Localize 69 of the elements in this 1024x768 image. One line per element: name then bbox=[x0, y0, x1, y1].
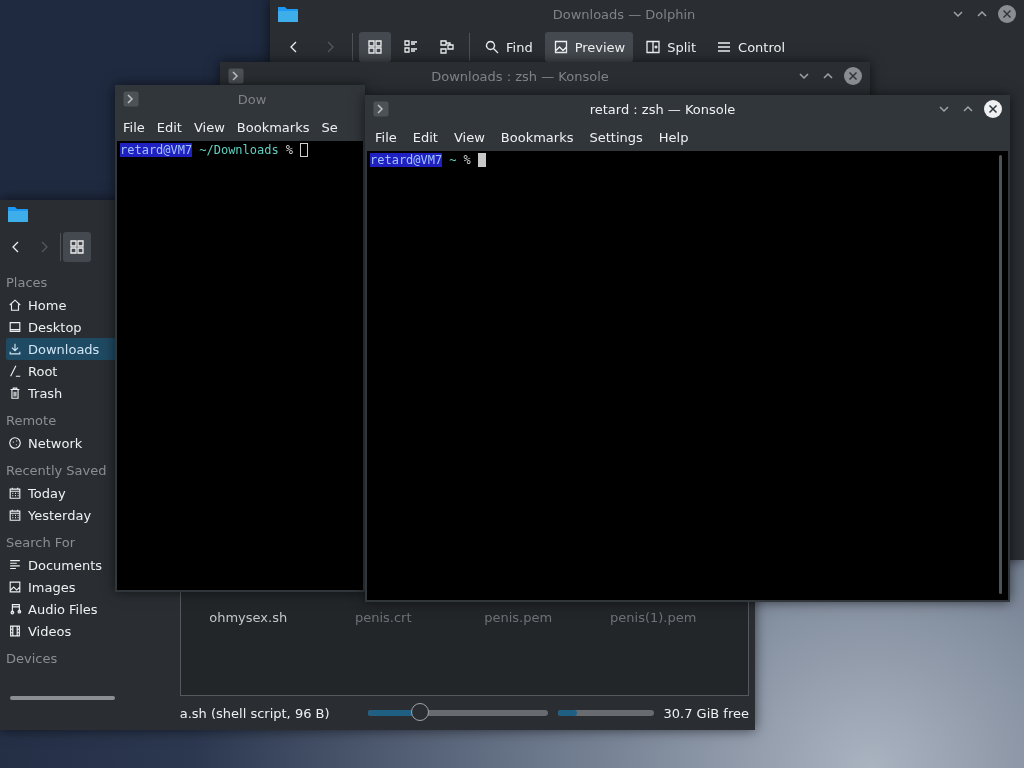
menu-item[interactable]: Edit bbox=[150, 119, 188, 135]
menu-item[interactable]: File bbox=[367, 129, 405, 145]
menu-item[interactable]: Settings bbox=[581, 129, 651, 145]
sidebar-item[interactable]: Trash bbox=[6, 382, 118, 404]
section-heading: Remote bbox=[6, 412, 58, 430]
picture-icon bbox=[8, 580, 22, 594]
close-icon[interactable] bbox=[844, 67, 862, 85]
toolbar-button[interactable]: Split bbox=[637, 32, 705, 62]
menu-item[interactable]: Se bbox=[315, 119, 344, 135]
menu-item[interactable]: Edit bbox=[404, 129, 446, 145]
terminal-icon bbox=[123, 91, 139, 107]
calendar-icon bbox=[8, 508, 22, 522]
trash-icon bbox=[8, 386, 22, 400]
prompt-path: ~/Downloads bbox=[199, 143, 279, 157]
prompt-path: ~ bbox=[449, 153, 457, 167]
sidebar-item[interactable]: Yesterday bbox=[6, 504, 118, 526]
menu-item[interactable]: Help bbox=[650, 129, 697, 145]
house-icon bbox=[8, 298, 22, 312]
menu-item[interactable]: File bbox=[117, 119, 151, 135]
music-note-icon bbox=[8, 602, 22, 616]
slash-icon bbox=[8, 364, 22, 378]
sidebar-item[interactable]: Videos bbox=[6, 620, 118, 642]
scrollbar[interactable] bbox=[10, 696, 115, 700]
free-space-text: 30.7 GiB free bbox=[663, 705, 749, 721]
lines-icon bbox=[8, 558, 22, 572]
folder-icon bbox=[278, 6, 298, 22]
section-heading: Devices bbox=[6, 650, 59, 668]
sidebar-item[interactable]: Documents bbox=[6, 554, 118, 576]
grid-icon-button[interactable] bbox=[359, 32, 391, 62]
network-icon bbox=[8, 436, 22, 450]
prompt-symbol: % bbox=[285, 143, 293, 157]
menu-item[interactable]: Bookmarks bbox=[230, 119, 316, 135]
grid-icon-button[interactable] bbox=[63, 232, 91, 262]
section-heading: Recently Saved bbox=[6, 462, 108, 480]
scrollbar[interactable] bbox=[999, 155, 1002, 594]
sidebar-item[interactable]: Images bbox=[6, 576, 118, 598]
sidebar-item[interactable]: Desktop bbox=[6, 316, 118, 338]
folder-icon bbox=[8, 206, 28, 222]
prompt-user: retard@VM7 bbox=[120, 143, 193, 157]
window-title: Dow bbox=[236, 91, 268, 107]
sidebar-item[interactable]: Today bbox=[6, 482, 118, 504]
calendar-icon bbox=[8, 486, 22, 500]
menu-item[interactable]: View bbox=[445, 129, 493, 145]
sidebar-item[interactable]: Downloads bbox=[6, 338, 118, 360]
terminal-icon bbox=[228, 68, 244, 84]
terminal-icon bbox=[373, 101, 389, 117]
window-title: Downloads — Dolphin bbox=[551, 6, 697, 22]
section-heading: Search For bbox=[6, 534, 77, 552]
sidebar-item[interactable]: Home bbox=[6, 294, 118, 316]
window-title: retard : zsh — Konsole bbox=[588, 101, 737, 117]
close-icon[interactable] bbox=[984, 100, 1002, 118]
film-icon bbox=[8, 624, 22, 638]
prompt-user: retard@VM7 bbox=[370, 153, 443, 167]
download-icon bbox=[8, 342, 22, 356]
prompt-symbol: % bbox=[463, 153, 471, 167]
sidebar-item[interactable]: Root bbox=[6, 360, 118, 382]
menu-item[interactable]: Bookmarks bbox=[492, 129, 582, 145]
toolbar-button[interactable]: Control bbox=[708, 32, 794, 62]
toolbar-button[interactable]: Find bbox=[476, 32, 541, 62]
file-name[interactable]: ohmysex.sh bbox=[180, 610, 316, 625]
sidebar-item[interactable]: Network bbox=[6, 432, 118, 454]
zoom-slider[interactable] bbox=[367, 703, 548, 723]
status-text: a.sh (shell script, 96 B) bbox=[179, 705, 330, 721]
section-heading: Places bbox=[6, 274, 49, 292]
toolbar-button[interactable]: Preview bbox=[544, 32, 634, 62]
window-title: Downloads : zsh — Konsole bbox=[430, 68, 610, 84]
menu-item[interactable]: View bbox=[187, 119, 231, 135]
sidebar-item[interactable]: Audio Files bbox=[6, 598, 118, 620]
monitor-icon bbox=[8, 320, 22, 334]
